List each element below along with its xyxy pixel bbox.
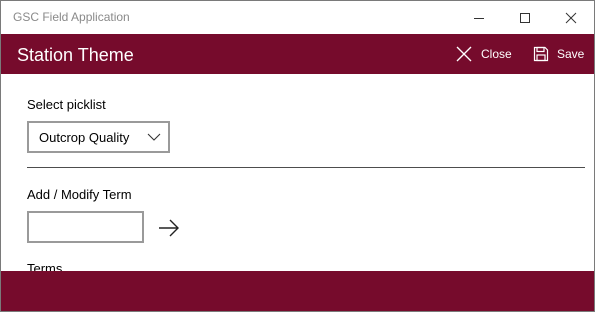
page-title: Station Theme [17, 45, 134, 65]
save-label: Save [557, 47, 585, 61]
close-icon [456, 46, 472, 62]
save-icon [533, 46, 549, 62]
minimize-button[interactable] [456, 1, 502, 34]
arrow-right-icon[interactable] [157, 218, 181, 238]
window-close-icon [565, 12, 577, 23]
close-label: Close [481, 47, 512, 61]
content-area: Select picklist Outcrop Quality Add / Mo… [1, 74, 594, 276]
title-bar[interactable]: GSC Field Application [1, 1, 594, 34]
bottom-bar [1, 271, 594, 311]
picklist-selected-value: Outcrop Quality [39, 130, 130, 145]
picklist-label: Select picklist [27, 97, 106, 112]
window-close-button[interactable] [548, 1, 594, 34]
picklist-dropdown[interactable]: Outcrop Quality [27, 121, 170, 153]
save-button[interactable]: Save [533, 34, 584, 74]
window-title: GSC Field Application [13, 10, 130, 24]
term-input[interactable] [27, 211, 144, 243]
section-divider [27, 167, 585, 168]
app-header: Station Theme Close Save [1, 34, 594, 74]
minimize-icon [474, 17, 484, 19]
close-button[interactable]: Close [455, 34, 512, 74]
maximize-icon [520, 12, 530, 23]
chevron-down-icon [147, 133, 161, 141]
term-label: Add / Modify Term [27, 187, 132, 202]
maximize-button[interactable] [502, 1, 548, 34]
app-window: GSC Field Application Station Theme Clos… [0, 0, 595, 312]
